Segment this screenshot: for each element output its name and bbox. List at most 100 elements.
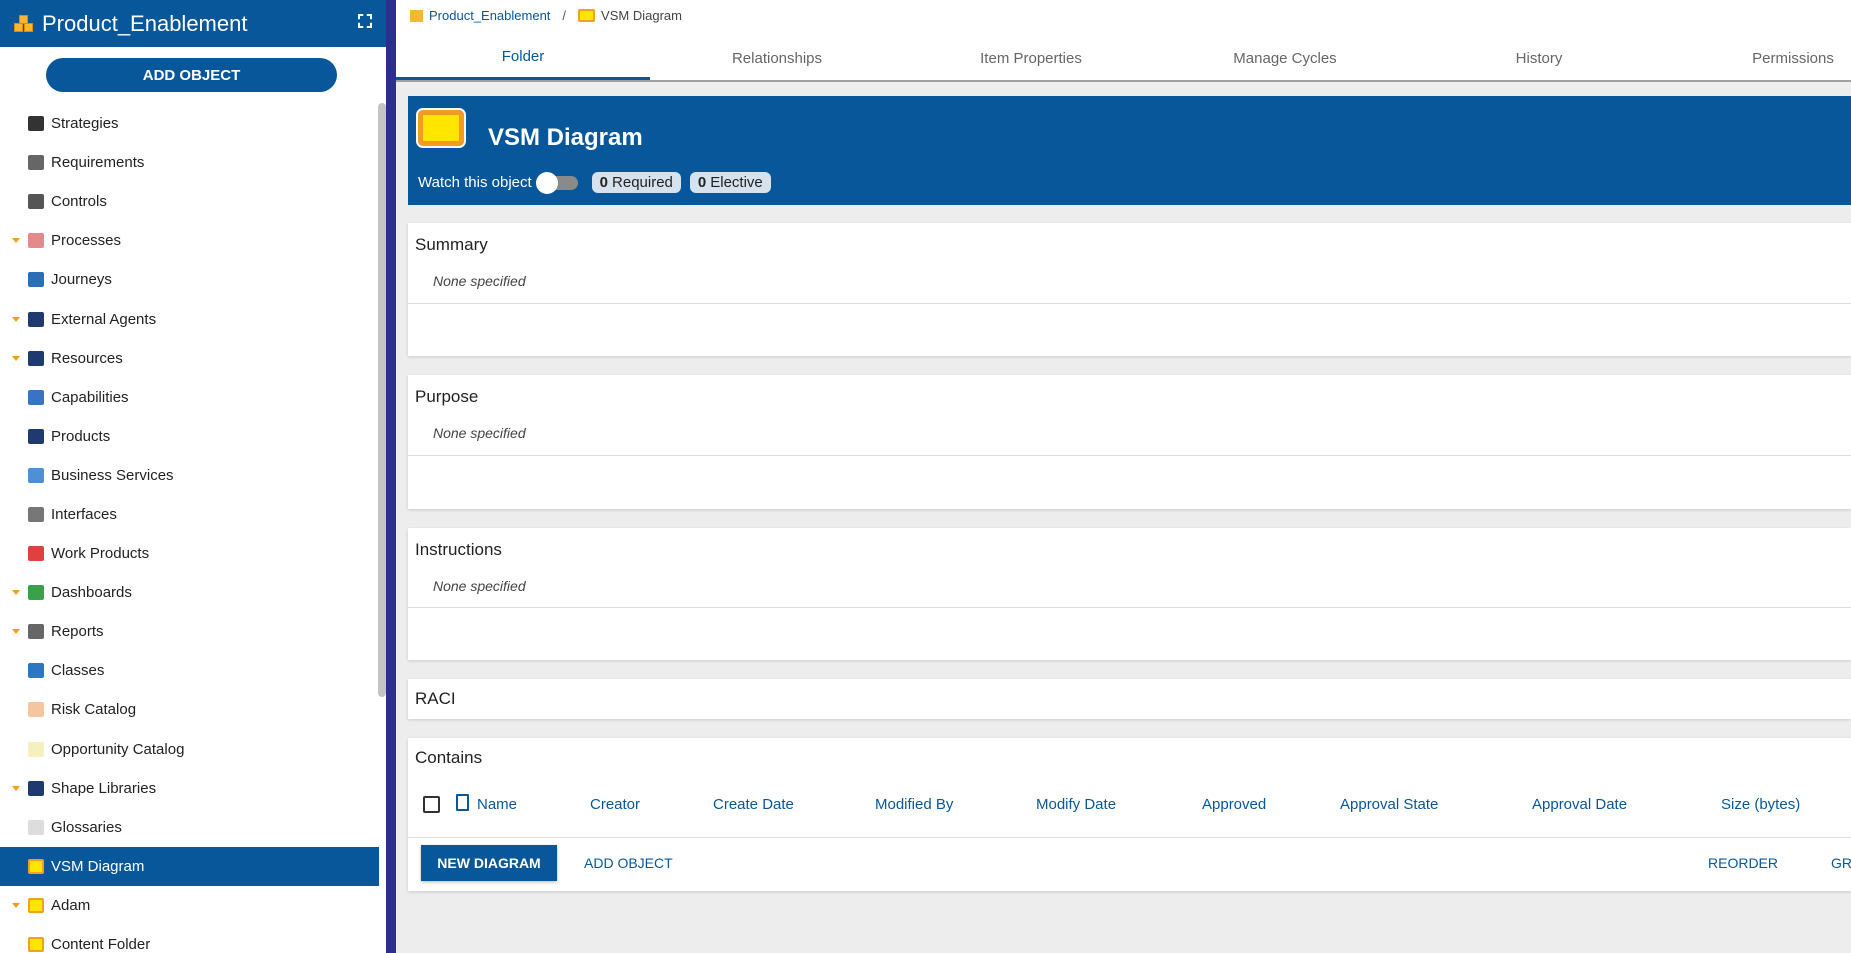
divider	[408, 837, 1851, 838]
sidebar-item-shape-libraries[interactable]: Shape Libraries	[0, 769, 379, 808]
caret-down-icon[interactable]	[12, 317, 20, 322]
column-approval-state[interactable]: Approval State	[1340, 796, 1438, 813]
sidebar-item-reports[interactable]: Reports	[0, 612, 379, 651]
caret-down-icon[interactable]	[12, 629, 20, 634]
column-create-date[interactable]: Create Date	[713, 796, 794, 813]
tab-bar: Folder Relationships Item Properties Man…	[396, 36, 1851, 80]
sidebar-item-label: Shape Libraries	[51, 780, 156, 797]
column-creator[interactable]: Creator	[590, 796, 640, 813]
sidebar-item-label: Journeys	[51, 271, 112, 288]
sidebar-item-glossaries[interactable]: Glossaries	[0, 808, 379, 847]
top-bar: Product_Enablement / VSM Diagram Folder …	[396, 0, 1851, 82]
breadcrumb-current: VSM Diagram	[601, 8, 682, 23]
section-title: Instructions	[415, 540, 502, 560]
object-title: VSM Diagram	[488, 124, 643, 152]
controls-icon	[28, 194, 44, 209]
instructions-value[interactable]: None specified	[433, 578, 526, 594]
add-object-button[interactable]: ADD OBJECT	[46, 58, 337, 92]
summary-section: Summary None specified	[408, 223, 1851, 356]
elective-badge[interactable]: 0Elective	[690, 172, 771, 193]
sidebar-item-products[interactable]: Products	[0, 417, 379, 456]
fullscreen-icon[interactable]	[358, 14, 372, 28]
sidebar-item-label: Strategies	[51, 115, 119, 132]
sidebar-item-business-services[interactable]: Business Services	[0, 456, 379, 495]
caret-down-icon[interactable]	[12, 238, 20, 243]
sidebar-item-label: Capabilities	[51, 389, 129, 406]
sidebar-item-processes[interactable]: Processes	[0, 221, 379, 260]
sidebar-item-adam[interactable]: Adam	[0, 886, 379, 925]
folder-icon	[28, 859, 44, 874]
reorder-button[interactable]: REORDER	[1708, 855, 1778, 871]
purpose-value[interactable]: None specified	[433, 425, 526, 441]
sidebar-item-external-agents[interactable]: External Agents	[0, 299, 379, 338]
tab-permissions[interactable]: Permissions	[1666, 36, 1851, 80]
tab-folder[interactable]: Folder	[396, 36, 650, 80]
clipped-button[interactable]: GR	[1831, 855, 1851, 871]
sidebar-item-risk-catalog[interactable]: Risk Catalog	[0, 690, 379, 729]
business-services-icon	[28, 468, 44, 483]
breadcrumb-root[interactable]: Product_Enablement	[429, 8, 550, 23]
sidebar-item-vsm-diagram[interactable]: VSM Diagram	[0, 847, 379, 886]
sidebar-item-work-products[interactable]: Work Products	[0, 534, 379, 573]
sidebar-item-controls[interactable]: Controls	[0, 182, 379, 221]
divider	[408, 455, 1851, 456]
required-badge[interactable]: 0Required	[592, 172, 681, 193]
column-approval-date[interactable]: Approval Date	[1532, 796, 1627, 813]
caret-down-icon[interactable]	[12, 356, 20, 361]
select-all-checkbox[interactable]	[423, 796, 440, 813]
sidebar-item-label: Content Folder	[51, 936, 150, 953]
sidebar-item-label: Processes	[51, 232, 121, 249]
requirements-icon	[28, 155, 44, 170]
section-title: Contains	[415, 748, 482, 768]
new-diagram-button[interactable]: NEW DIAGRAM	[421, 845, 557, 881]
summary-value[interactable]: None specified	[433, 273, 526, 289]
cubes-icon	[410, 10, 423, 22]
caret-down-icon[interactable]	[12, 590, 20, 595]
sidebar-item-label: Adam	[51, 897, 90, 914]
shape-libraries-icon	[28, 781, 44, 796]
raci-section[interactable]: RACI	[408, 679, 1851, 719]
folder-icon	[28, 937, 44, 952]
interfaces-icon	[28, 507, 44, 522]
capabilities-icon	[28, 390, 44, 405]
sidebar-scrollbar[interactable]	[378, 103, 386, 697]
column-approved[interactable]: Approved	[1202, 796, 1266, 813]
column-name[interactable]: Name	[477, 796, 517, 813]
tab-relationships[interactable]: Relationships	[650, 36, 904, 80]
tab-manage-cycles[interactable]: Manage Cycles	[1158, 36, 1412, 80]
sidebar-item-label: Reports	[51, 623, 104, 640]
sidebar-item-strategies[interactable]: Strategies	[0, 104, 379, 143]
caret-down-icon[interactable]	[12, 903, 20, 908]
sidebar-item-label: External Agents	[51, 311, 156, 328]
sidebar-item-capabilities[interactable]: Capabilities	[0, 378, 379, 417]
products-icon	[28, 429, 44, 444]
sidebar-item-label: Products	[51, 428, 110, 445]
sidebar-item-requirements[interactable]: Requirements	[0, 143, 379, 182]
caret-down-icon[interactable]	[12, 786, 20, 791]
sidebar-item-label: Resources	[51, 350, 123, 367]
section-title: RACI	[415, 689, 456, 709]
pane-divider[interactable]	[386, 0, 396, 953]
sidebar-item-classes[interactable]: Classes	[0, 651, 379, 690]
sidebar-item-dashboards[interactable]: Dashboards	[0, 573, 379, 612]
classes-icon	[28, 663, 44, 678]
tab-item-properties[interactable]: Item Properties	[904, 36, 1158, 80]
sidebar-item-interfaces[interactable]: Interfaces	[0, 495, 379, 534]
object-header: VSM Diagram Watch this object 0Required …	[408, 96, 1851, 205]
sidebar-item-resources[interactable]: Resources	[0, 339, 379, 378]
watch-toggle[interactable]	[538, 176, 578, 190]
sidebar-item-label: Risk Catalog	[51, 701, 136, 718]
journeys-icon	[28, 272, 44, 287]
sidebar-item-content-folder[interactable]: Content Folder	[0, 925, 379, 953]
processes-icon	[28, 233, 44, 248]
sidebar-item-opportunity-catalog[interactable]: Opportunity Catalog	[0, 730, 379, 769]
column-modified-by[interactable]: Modified By	[875, 796, 953, 813]
column-size[interactable]: Size (bytes)	[1721, 796, 1800, 813]
sidebar-item-journeys[interactable]: Journeys	[0, 260, 379, 299]
column-modify-date[interactable]: Modify Date	[1036, 796, 1116, 813]
glossaries-icon	[28, 820, 44, 835]
dashboards-icon	[28, 585, 44, 600]
add-object-link[interactable]: ADD OBJECT	[584, 855, 673, 871]
strategies-icon	[28, 116, 44, 131]
tab-history[interactable]: History	[1412, 36, 1666, 80]
